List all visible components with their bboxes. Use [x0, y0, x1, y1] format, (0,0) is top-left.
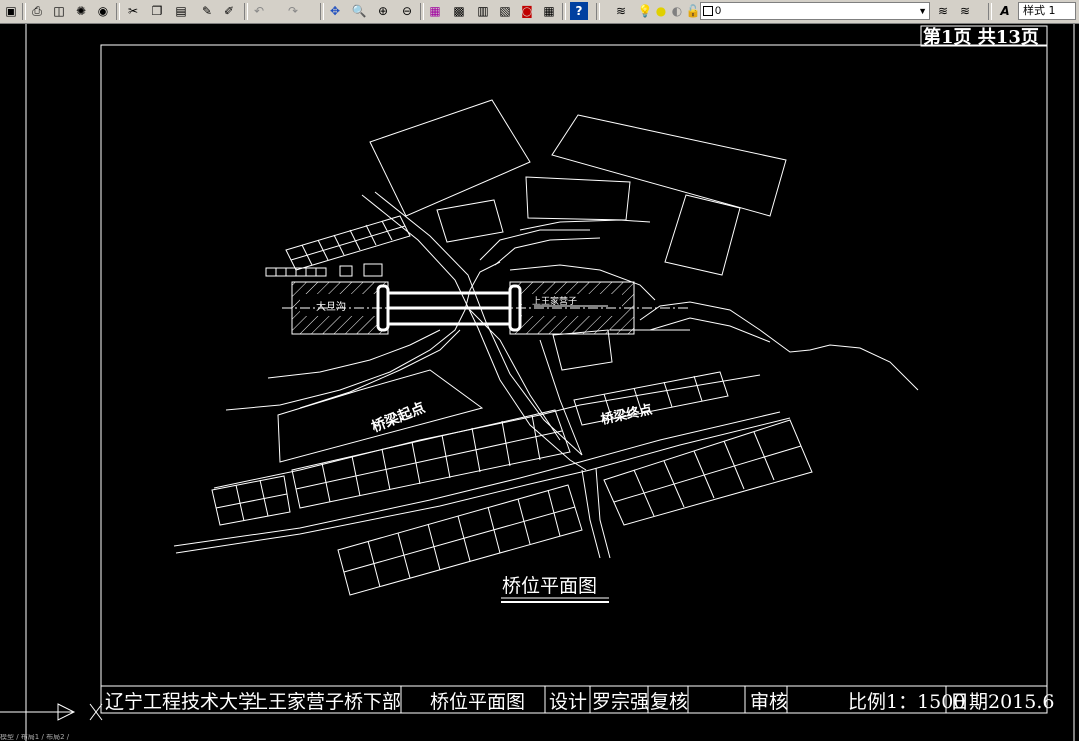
make-current-layer-icon[interactable]: ≋ — [934, 2, 952, 20]
match-properties-icon[interactable]: ✎ — [198, 2, 216, 20]
layer-value: 0 — [715, 5, 722, 17]
zoom-realtime-icon[interactable]: 🔍 — [350, 2, 368, 20]
layout-tabs[interactable]: 模型 / 布局1 / 布局2 / — [0, 734, 200, 741]
toolbar-separator — [116, 3, 120, 20]
markup-icon[interactable]: ◙ — [518, 2, 536, 20]
title-block-date: 日期2015.6 — [950, 691, 1054, 713]
title-block-recheck-label: 复核 — [650, 691, 688, 713]
title-block-project: 上王家营子桥下部 — [249, 691, 401, 713]
toolbar-separator — [596, 3, 600, 20]
left-village-label: 大旦沟 — [316, 300, 346, 313]
right-village-label: 上王家营子 — [532, 295, 577, 307]
page-label: 第1页 共13页 — [923, 26, 1039, 48]
zoom-previous-icon[interactable]: ⊖ — [398, 2, 416, 20]
copy-icon[interactable]: ❐ — [148, 2, 166, 20]
title-block-designer: 罗宗强 — [592, 691, 649, 713]
block-editor-icon[interactable]: ✐ — [220, 2, 238, 20]
pan-icon[interactable]: ✥ — [326, 2, 344, 20]
text-style-value: 样式 1 — [1023, 4, 1056, 17]
undo-icon[interactable]: ↶ — [250, 2, 268, 20]
title-block-review-label: 审核 — [750, 691, 788, 713]
tool-palette-icon[interactable]: ▥ — [474, 2, 492, 20]
title-block-school: 辽宁工程技术大学 — [105, 691, 257, 713]
drawing-title: 桥位平面图 — [502, 575, 597, 597]
sheet-set-icon[interactable]: ▧ — [496, 2, 514, 20]
layer-previous-icon[interactable]: ≋ — [956, 2, 974, 20]
text-style-icon[interactable]: A — [996, 2, 1014, 20]
publish-icon[interactable]: ✺ — [72, 2, 90, 20]
print-preview-icon[interactable]: ◫ — [50, 2, 68, 20]
title-block-drawing-name: 桥位平面图 — [430, 691, 525, 713]
calculator-icon[interactable]: ▦ — [540, 2, 558, 20]
zoom-window-icon[interactable]: ⊕ — [374, 2, 392, 20]
title-block-design-label: 设计 — [549, 691, 587, 713]
toolbar-separator — [562, 3, 566, 20]
help-icon[interactable]: ? — [570, 2, 588, 20]
toolbar-separator — [244, 3, 248, 20]
drawing-canvas[interactable]: 大旦沟 上王家营子 桥梁起点 桥梁终点 桥位平面图 第1页 共13页 辽宁工程技… — [0, 24, 1079, 741]
etransmit-icon[interactable]: ◉ — [94, 2, 112, 20]
title-block-scale: 比例1：1500 — [848, 691, 965, 713]
print-icon[interactable]: ⎙ — [28, 2, 46, 20]
layer-dropdown[interactable]: 0 ▼ — [700, 2, 930, 20]
layer-properties-icon[interactable]: ≋ — [612, 2, 630, 20]
redo-icon[interactable]: ↷ — [284, 2, 302, 20]
standard-toolbar: ▣ ⎙ ◫ ✺ ◉ ✂ ❐ ▤ ✎ ✐ ↶ ↷ ✥ 🔍 ⊕ ⊖ ▦ ▩ ▥ ▧ … — [0, 0, 1079, 24]
toolbar-separator — [420, 3, 424, 20]
cut-icon[interactable]: ✂ — [124, 2, 142, 20]
toolbar-separator — [22, 3, 26, 20]
text-style-dropdown[interactable]: 样式 1 — [1018, 2, 1076, 20]
save-icon[interactable]: ▣ — [2, 2, 20, 20]
properties-icon[interactable]: ▦ — [426, 2, 444, 20]
toolbar-separator — [988, 3, 992, 20]
paste-icon[interactable]: ▤ — [172, 2, 190, 20]
toolbar-separator — [320, 3, 324, 20]
chevron-down-icon: ▼ — [918, 6, 927, 16]
layer-color-swatch — [703, 6, 713, 16]
design-center-icon[interactable]: ▩ — [450, 2, 468, 20]
